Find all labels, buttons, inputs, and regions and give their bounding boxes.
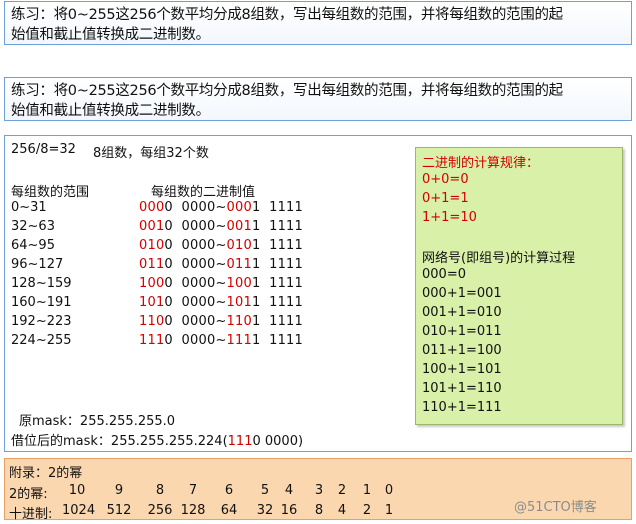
power-decimal-value: 128 xyxy=(180,503,206,518)
power-decimal-value: 256 xyxy=(147,503,173,518)
original-mask: 原mask：255.255.255.0 xyxy=(19,414,176,429)
net-calc-step: 000+1=001 xyxy=(422,286,502,301)
binary-rules-note: 二进制的计算规律： 0+0=0 0+1=1 1+1=10 网络号(即组号)的计算… xyxy=(415,147,623,425)
column-header-range: 每组数的范围 xyxy=(11,185,90,200)
group-range: 32~63 xyxy=(11,219,55,234)
group-binary: 1010 0000~1011 1111 xyxy=(139,295,303,310)
power-decimal-value: 1 xyxy=(384,503,394,518)
power-decimal-value: 16 xyxy=(280,503,298,518)
group-range: 160~191 xyxy=(11,295,72,310)
rule-item: 0+1=1 xyxy=(422,191,469,206)
net-calc-step: 110+1=111 xyxy=(422,400,502,415)
exercise-box-top: 练习：将0~255这256个数平均分成8组数，写出每组数的范围，并将每组数的范围… xyxy=(4,1,632,45)
group-range: 0~31 xyxy=(11,200,47,215)
group-binary: 1100 0000~1101 1111 xyxy=(139,314,303,329)
summary-group-count: 8组数，每组32个数 xyxy=(93,146,209,161)
column-header-binary: 每组数的二进制值 xyxy=(151,185,256,200)
group-range: 128~159 xyxy=(11,276,72,291)
group-range: 192~223 xyxy=(11,314,72,329)
power-decimal-value: 64 xyxy=(220,503,238,518)
power-label: 2的幂: xyxy=(9,487,48,502)
group-binary: 0010 0000~0011 1111 xyxy=(139,219,303,234)
group-binary: 1000 0000~1001 1111 xyxy=(139,276,303,291)
net-calc-step: 100+1=101 xyxy=(422,362,502,377)
power-exponent: 9 xyxy=(114,483,124,498)
borrowed-mask-prefix: 借位后的mask：255.255.255.224( xyxy=(11,434,228,449)
net-calc-title: 网络号(即组号)的计算过程 xyxy=(422,251,576,266)
power-decimal-value: 512 xyxy=(106,503,132,518)
group-range: 224~255 xyxy=(11,333,72,348)
rule-item: 0+0=0 xyxy=(422,172,469,187)
power-exponent: 4 xyxy=(284,483,294,498)
power-exponent: 8 xyxy=(155,483,165,498)
appendix-title: 附录：2的幂 xyxy=(9,466,83,481)
power-exponent: 0 xyxy=(384,483,394,498)
group-binary: 0110 0000~0111 1111 xyxy=(139,257,303,272)
borrowed-mask-suffix: 0 0000) xyxy=(252,434,304,449)
power-decimal-value: 1024 xyxy=(62,503,96,518)
watermark: @51CTO博客 xyxy=(514,500,597,515)
rules-title: 二进制的计算规律： xyxy=(422,156,540,171)
net-calc-step: 011+1=100 xyxy=(422,343,502,358)
net-calc-step: 010+1=011 xyxy=(422,324,502,339)
exercise-line-1: 练习：将0~255这256个数平均分成8组数，写出每组数的范围，并将每组数的范围… xyxy=(11,7,563,23)
power-exponent: 6 xyxy=(224,483,234,498)
power-exponent: 10 xyxy=(68,483,86,498)
group-range: 64~95 xyxy=(11,238,55,253)
decimal-label: 十进制: xyxy=(9,507,53,522)
exercise-box-repeat: 练习：将0~255这256个数平均分成8组数，写出每组数的范围，并将每组数的范围… xyxy=(4,77,632,121)
exercise-line-2: 始值和截止值转换成二进制数。 xyxy=(11,103,210,119)
power-exponent: 7 xyxy=(188,483,198,498)
group-binary: 1110 0000~1111 1111 xyxy=(139,333,303,348)
group-binary: 0000 0000~0001 1111 xyxy=(139,200,303,215)
borrowed-mask: 借位后的mask：255.255.255.224(1110 0000) xyxy=(11,430,303,449)
group-range: 96~127 xyxy=(11,257,64,272)
net-calc-step: 001+1=010 xyxy=(422,305,502,320)
exercise-line-1: 练习：将0~255这256个数平均分成8组数，写出每组数的范围，并将每组数的范围… xyxy=(11,83,563,99)
exercise-line-2: 始值和截止值转换成二进制数。 xyxy=(11,27,210,43)
rule-item: 1+1=10 xyxy=(422,210,477,225)
net-calc-step: 000=0 xyxy=(422,267,466,282)
net-calc-step: 101+1=110 xyxy=(422,381,502,396)
summary-division: 256/8=32 xyxy=(11,142,76,157)
borrowed-mask-red-bits: 111 xyxy=(227,434,253,449)
group-binary: 0100 0000~0101 1111 xyxy=(139,238,303,253)
